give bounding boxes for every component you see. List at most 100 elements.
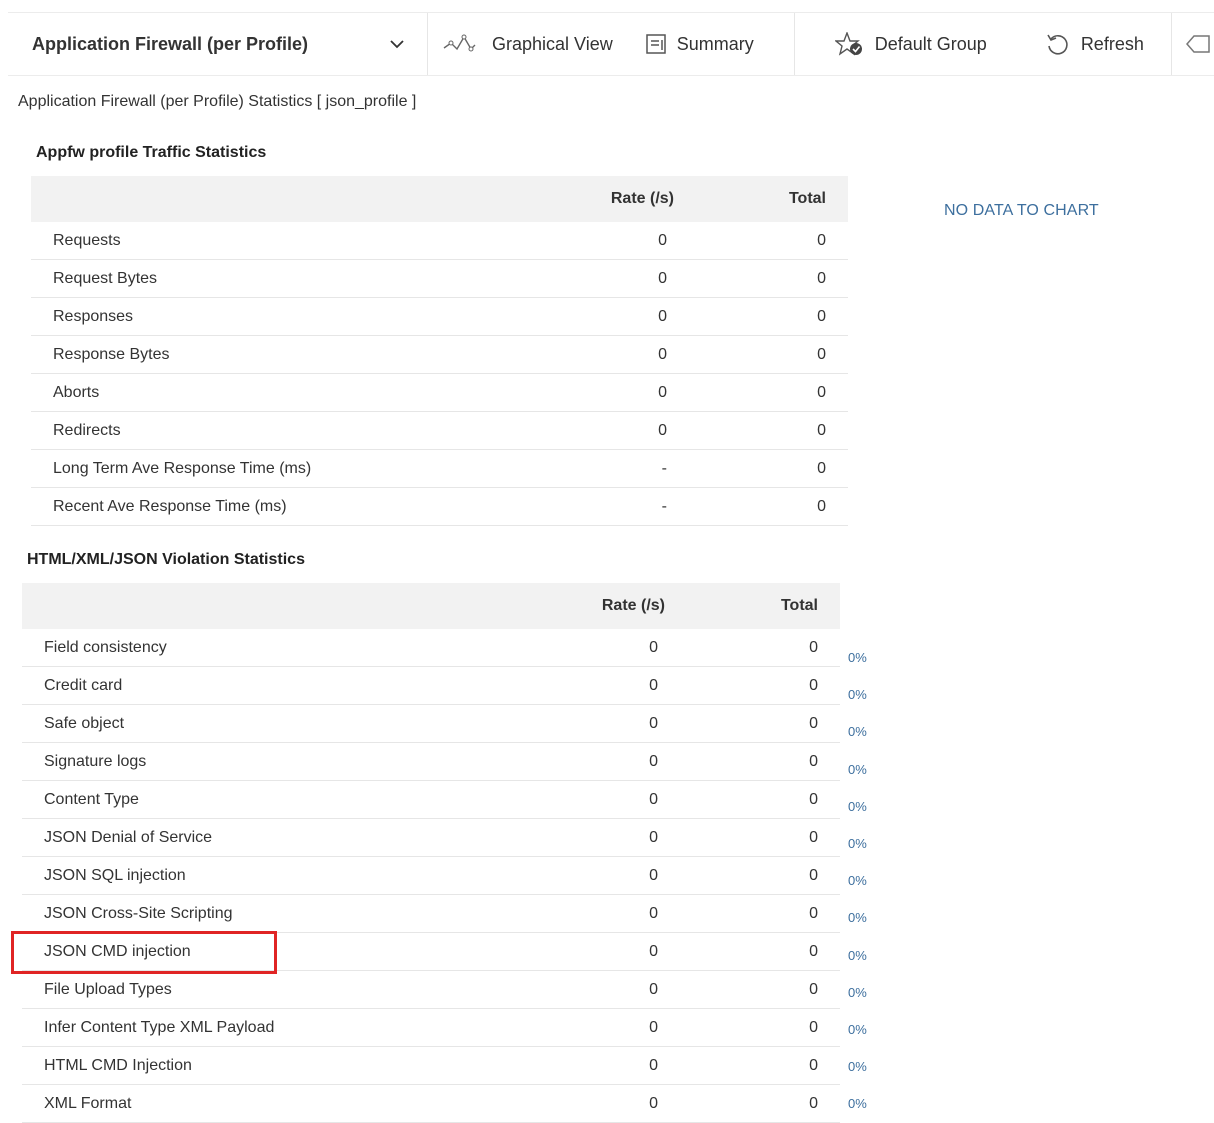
row-total: 0 [717,487,848,526]
row-rate: 0 [563,856,708,895]
table-row: Request Bytes 0 0 [31,259,848,298]
table-header-row: Rate (/s) Total [31,176,848,222]
page-title: Application Firewall (per Profile) Stati… [18,93,417,110]
row-total: 0 [717,449,848,488]
table-row: Response Bytes 0 0 [31,335,848,374]
table-row: Requests 0 0 [31,222,848,260]
row-name: XML Format [22,1084,563,1123]
table-row: Safe object 0 0 [22,704,840,743]
row-total: 0 [708,894,840,933]
total-column-header: Total [708,583,840,629]
row-name: Recent Ave Response Time (ms) [31,487,572,526]
violation-stats-table: Rate (/s) Total Field consistency 0 0 Credi… [22,583,840,1123]
row-percent: 0% [848,1096,867,1112]
eraser-icon [1185,32,1210,56]
table-row: Redirects 0 0 [31,411,848,450]
row-total: 0 [708,1046,840,1085]
row-name: Response Bytes [31,335,572,374]
row-name: Credit card [22,666,563,705]
row-total: 0 [708,742,840,781]
row-percent: 0% [848,650,867,665]
row-rate: 0 [563,666,708,705]
refresh-button[interactable]: Refresh [1045,13,1144,75]
table-row: Signature logs 0 0 [22,742,840,781]
row-name: Infer Content Type XML Payload [22,1008,563,1047]
graphical-view-button[interactable]: Graphical View [442,13,613,75]
row-percent: 0% [848,1022,867,1037]
row-total: 0 [717,259,848,298]
total-column-header: Total [717,176,848,222]
table-row: JSON Denial of Service 0 0 [22,818,840,857]
row-rate: 0 [563,704,708,743]
row-total: 0 [708,1008,840,1047]
rate-column-header: Rate (/s) [572,176,717,222]
table-row: Responses 0 0 [31,297,848,336]
row-rate: - [572,449,717,488]
row-percent: 0% [848,798,867,814]
row-percent: 0% [848,724,867,740]
table-row: XML Format 0 0 [22,1084,840,1123]
table-row: Content Type 0 0 [22,780,840,819]
row-rate: 0 [572,411,717,450]
row-total: 0 [708,704,840,743]
violation-section-title: HTML/XML/JSON Violation Statistics [27,551,305,568]
row-percent: 0% [848,761,867,777]
row-name: Long Term Ave Response Time (ms) [31,449,572,488]
row-rate: 0 [563,742,708,781]
row-percent: 0% [848,1059,867,1075]
row-rate: 0 [563,629,708,667]
row-percent: 0% [848,910,867,926]
row-total: 0 [708,970,840,1009]
row-rate: 0 [563,818,708,857]
row-percent: 0% [848,873,867,889]
row-total: 0 [717,297,848,336]
row-percent: 0% [848,984,867,1000]
row-name: HTML CMD Injection [22,1046,563,1085]
summary-button[interactable]: Summary [645,13,754,75]
row-rate: 0 [563,1084,708,1123]
table-row: File Upload Types 0 0 [22,970,840,1009]
refresh-icon [1045,32,1071,56]
row-rate: 0 [563,1008,708,1047]
row-rate: - [572,487,717,526]
table-header-row: Rate (/s) Total [22,583,840,629]
row-name: File Upload Types [22,970,563,1009]
toolbar-divider [793,13,795,75]
stat-type-dropdown[interactable]: Application Firewall (per Profile) [8,13,428,75]
row-rate: 0 [572,222,717,260]
toolbar: Application Firewall (per Profile) Graph… [8,12,1214,76]
traffic-section-title: Appfw profile Traffic Statistics [36,144,267,161]
row-percent: 0% [848,687,867,703]
row-total: 0 [708,629,840,667]
row-total: 0 [708,818,840,857]
row-total: 0 [708,932,840,971]
row-rate: 0 [572,297,717,336]
row-rate: 0 [563,894,708,933]
row-rate: 0 [572,373,717,412]
clear-button[interactable] [1185,13,1210,75]
table-row: Long Term Ave Response Time (ms) -0 [31,449,848,488]
name-column-header [31,176,572,222]
row-name: Responses [31,297,572,336]
row-total: 0 [717,411,848,450]
table-row: Credit card 0 0 [22,666,840,705]
row-total: 0 [708,856,840,895]
stat-type-label: Application Firewall (per Profile) [32,33,309,54]
document-icon [645,33,667,55]
row-rate: 0 [572,335,717,374]
row-name: Aborts [31,373,572,412]
row-total: 0 [708,1084,840,1123]
no-data-chart-message: NO DATA TO CHART [944,202,1099,219]
row-name: Redirects [31,411,572,450]
row-total: 0 [717,222,848,260]
row-total: 0 [717,373,848,412]
table-row: HTML CMD Injection 0 0 [22,1046,840,1085]
row-name: JSON Cross-Site Scripting [22,894,563,933]
default-group-label: Default Group [874,33,987,54]
table-row: Field consistency 0 0 [22,629,840,667]
table-row: Infer Content Type XML Payload 0 0 [22,1008,840,1047]
row-rate: 0 [563,1046,708,1085]
row-rate: 0 [572,259,717,298]
table-row: JSON Cross-Site Scripting 0 0 [22,894,840,933]
default-group-button[interactable]: Default Group [834,13,987,75]
